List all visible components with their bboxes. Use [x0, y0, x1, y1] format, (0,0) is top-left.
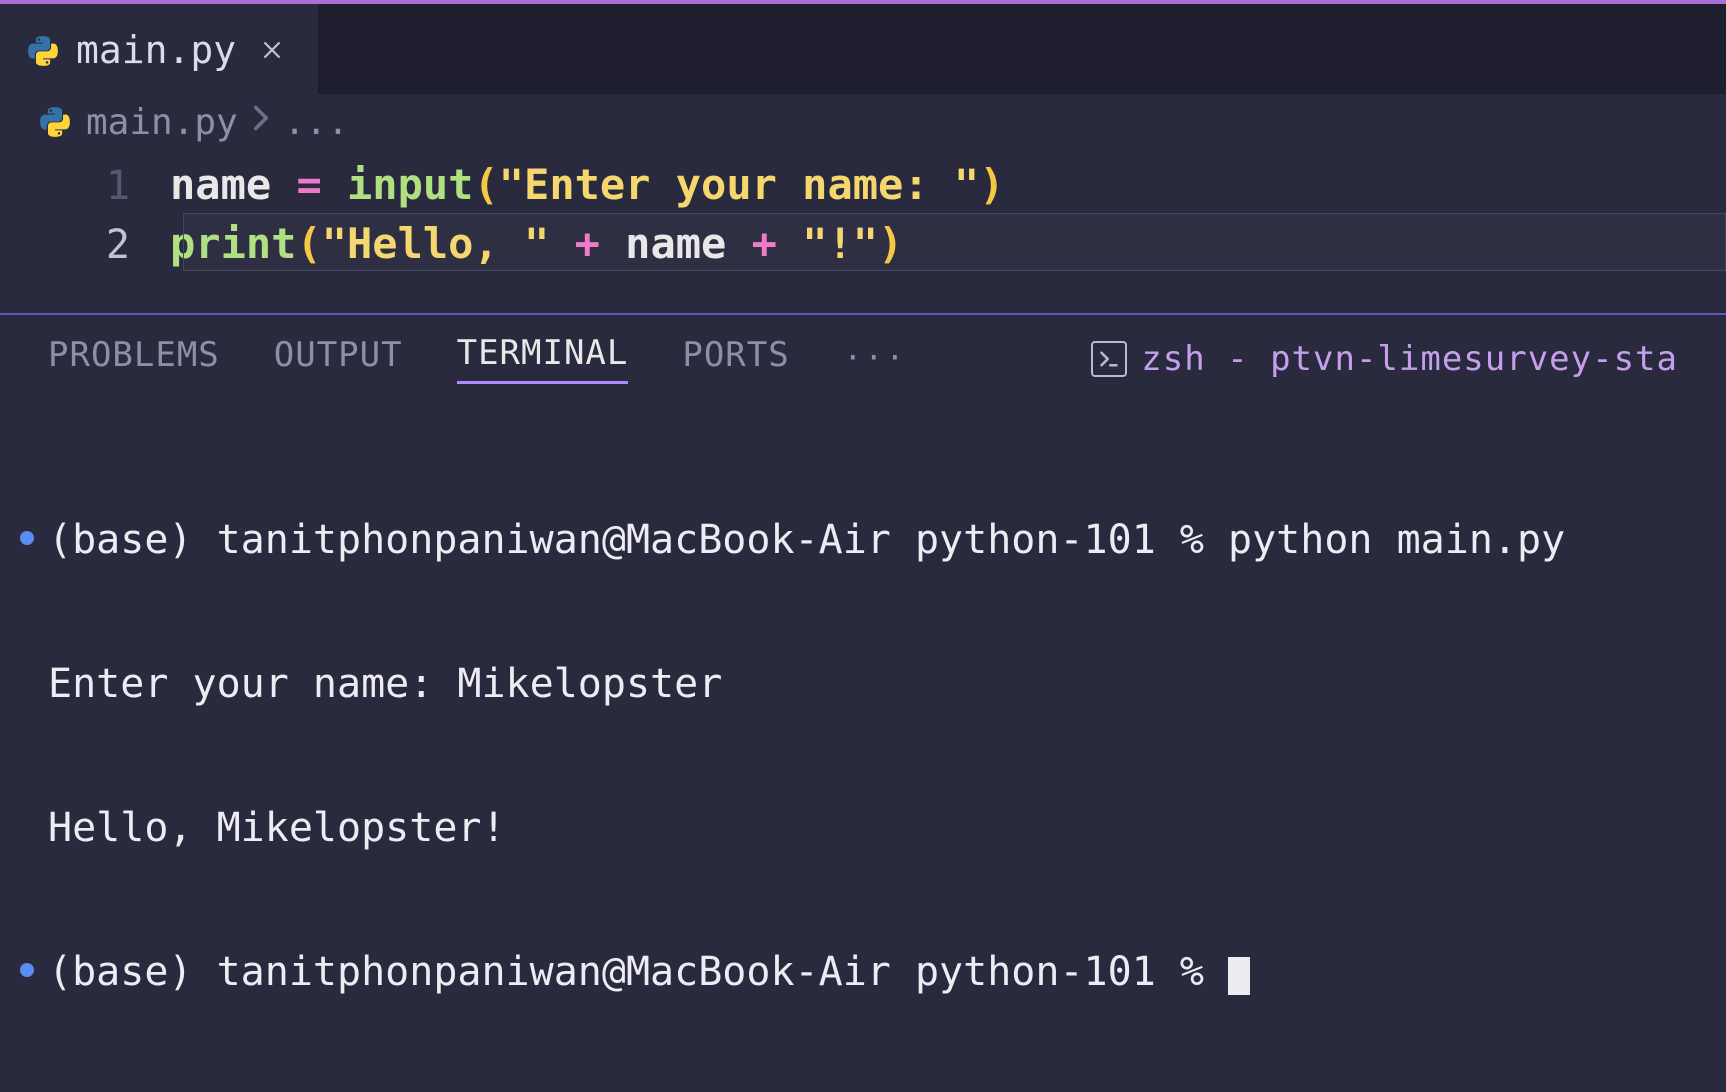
python-icon [26, 33, 60, 67]
tab-ports[interactable]: PORTS [682, 335, 789, 383]
tab-output[interactable]: OUTPUT [274, 335, 403, 383]
editor-tabbar: main.py [0, 0, 1726, 94]
terminal-line: (base) tanitphonpaniwan@MacBook-Air pyth… [20, 516, 1706, 564]
code-line: 1 name = input("Enter your name: ") [0, 156, 1726, 215]
terminal-icon [1091, 341, 1127, 377]
panel-overflow-button[interactable]: ··· [844, 341, 907, 376]
breadcrumb-filename: main.py [86, 102, 238, 143]
prompt-dot-icon [20, 963, 34, 977]
editor-tab-main-py[interactable]: main.py [0, 4, 319, 94]
terminal-picker[interactable]: zsh - ptvn-limesurvey-sta [1091, 339, 1678, 379]
terminal-shell-label: zsh - ptvn-limesurvey-sta [1141, 339, 1678, 379]
code-content[interactable]: name = input("Enter your name: ") [170, 156, 1004, 214]
vscode-window: main.py main.py ... 1 name = input("Ente… [0, 0, 1726, 1092]
terminal-line: Enter your name: Mikelopster [20, 660, 1706, 708]
tab-problems[interactable]: PROBLEMS [48, 335, 220, 383]
bottom-panel: PROBLEMS OUTPUT TERMINAL PORTS ··· zsh -… [0, 313, 1726, 1092]
breadcrumb-ellipsis[interactable]: ... [284, 102, 349, 143]
close-tab-button[interactable] [252, 30, 292, 70]
line-number: 2 [40, 216, 170, 274]
breadcrumb[interactable]: main.py ... [0, 94, 1726, 150]
tab-terminal[interactable]: TERMINAL [457, 333, 629, 384]
panel-tabbar: PROBLEMS OUTPUT TERMINAL PORTS ··· zsh -… [0, 315, 1726, 392]
code-editor[interactable]: 1 name = input("Enter your name: ") 2 pr… [0, 150, 1726, 313]
tab-filename: main.py [76, 28, 236, 72]
code-content[interactable]: print("Hello, " + name + "!") [170, 215, 903, 273]
terminal-line: (base) tanitphonpaniwan@MacBook-Air pyth… [20, 948, 1706, 996]
terminal-line: Hello, Mikelopster! [20, 804, 1706, 852]
line-number: 1 [40, 157, 170, 215]
terminal-cursor [1228, 957, 1250, 995]
terminal-output[interactable]: (base) tanitphonpaniwan@MacBook-Air pyth… [0, 392, 1726, 1092]
code-line: 2 print("Hello, " + name + "!") [0, 215, 1726, 274]
prompt-dot-icon [20, 531, 34, 545]
python-icon [38, 105, 72, 139]
chevron-right-icon [252, 104, 270, 140]
